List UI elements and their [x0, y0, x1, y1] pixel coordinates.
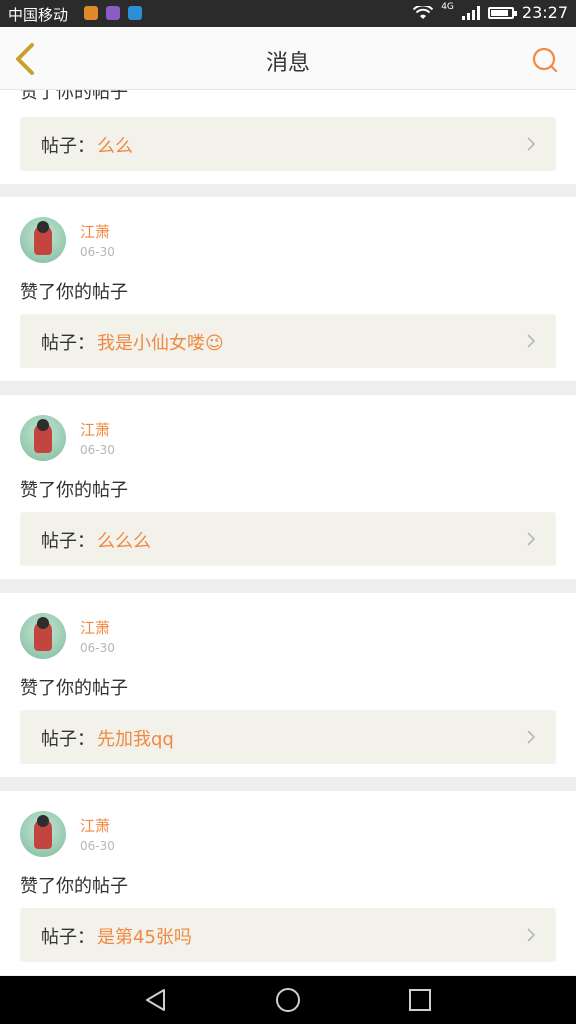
nav-recents-icon[interactable]	[406, 986, 434, 1014]
system-nav-bar	[0, 976, 576, 1024]
list-item: 江萧 06-30 赞了你的帖子 帖子： 么么么	[0, 395, 576, 579]
page-title: 消息	[265, 51, 310, 76]
list-item: 江萧 06-30 赞了你的帖子 帖子： 是第45张吗	[0, 791, 576, 975]
post-title: 么么	[97, 136, 133, 157]
post-link[interactable]: 帖子： 是第45张吗	[20, 908, 556, 962]
chevron-right-icon	[527, 137, 536, 151]
post-label: 帖子：	[41, 333, 95, 354]
search-icon[interactable]	[530, 45, 560, 75]
like-action-text: 赞了你的帖子	[20, 282, 128, 303]
like-action-text: 赞了你的帖子	[20, 90, 128, 103]
post-label: 帖子：	[41, 531, 95, 552]
user-name[interactable]: 江萧	[80, 419, 110, 440]
post-title: 我是小仙女喽😉	[97, 333, 224, 354]
title-bar: 消息	[0, 27, 576, 90]
status-bar: 中国移动 4G 23:27	[0, 0, 576, 27]
chevron-right-icon	[527, 730, 536, 744]
post-link[interactable]: 帖子： 么么	[20, 117, 556, 171]
timestamp: 06-30	[80, 443, 115, 457]
post-label: 帖子：	[41, 136, 95, 157]
clock: 23:27	[521, 3, 568, 22]
user-name[interactable]: 江萧	[80, 221, 110, 242]
app-notification-icon	[84, 6, 98, 20]
like-action-text: 赞了你的帖子	[20, 480, 128, 501]
gallery-notification-icon	[106, 6, 120, 20]
user-name[interactable]: 江萧	[80, 815, 110, 836]
wifi-icon	[413, 5, 434, 19]
chevron-right-icon	[527, 532, 536, 546]
timestamp: 06-30	[80, 245, 115, 259]
avatar[interactable]	[20, 811, 66, 857]
like-action-text: 赞了你的帖子	[20, 876, 128, 897]
chevron-right-icon	[527, 928, 536, 942]
signal-icon	[461, 5, 480, 20]
timestamp: 06-30	[80, 839, 115, 853]
avatar[interactable]	[20, 613, 66, 659]
list-item: 赞了你的帖子 帖子： 么么	[0, 90, 576, 184]
post-label: 帖子：	[41, 927, 95, 948]
avatar[interactable]	[20, 415, 66, 461]
post-title: 是第45张吗	[97, 927, 192, 948]
avatar[interactable]	[20, 217, 66, 263]
user-name[interactable]: 江萧	[80, 617, 110, 638]
network-type: 4G	[441, 1, 454, 12]
nav-home-icon[interactable]	[274, 986, 302, 1014]
list-item: 江萧 06-30 赞了你的帖子 帖子： 先加我qq	[0, 593, 576, 777]
list-item: 江萧 06-30 赞了你的帖子 帖子： 我是小仙女喽😉	[0, 197, 576, 381]
notification-icons	[84, 6, 142, 20]
post-title: 先加我qq	[97, 729, 174, 750]
timestamp: 06-30	[80, 641, 115, 655]
post-title: 么么么	[97, 531, 151, 552]
carrier-label: 中国移动	[8, 6, 69, 24]
battery-icon	[487, 6, 517, 19]
like-action-text: 赞了你的帖子	[20, 678, 128, 699]
post-link[interactable]: 帖子： 么么么	[20, 512, 556, 566]
message-list: 赞了你的帖子 帖子： 么么 江萧 06-30 赞了你的帖子 帖子： 我是小仙女喽…	[0, 90, 576, 976]
nav-back-icon[interactable]	[142, 986, 170, 1014]
post-label: 帖子：	[41, 729, 95, 750]
post-link[interactable]: 帖子： 先加我qq	[20, 710, 556, 764]
calendar-notification-icon	[128, 6, 142, 20]
chevron-right-icon	[527, 334, 536, 348]
post-link[interactable]: 帖子： 我是小仙女喽😉	[20, 314, 556, 368]
